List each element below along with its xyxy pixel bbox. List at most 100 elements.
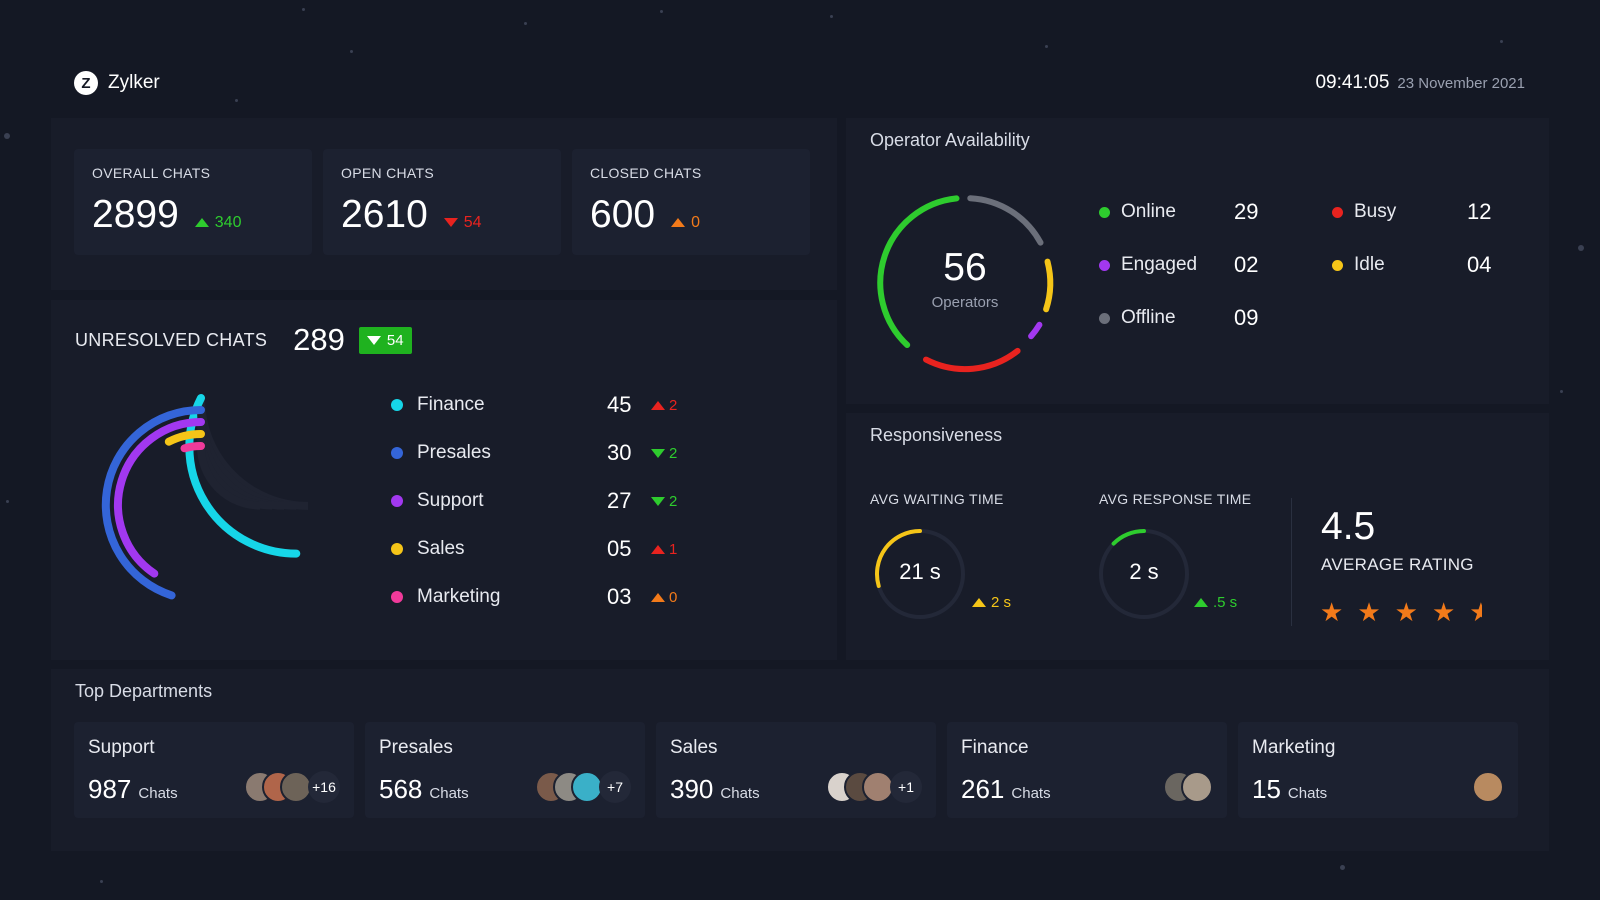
arrow-up-icon: [194, 218, 209, 227]
status-busy[interactable]: Busy 12: [1332, 199, 1491, 225]
dept-count: 15: [1252, 774, 1281, 804]
status-name: Online: [1121, 201, 1176, 222]
overall-chats-card[interactable]: OVERALL CHATS 2899 340: [74, 149, 312, 255]
online-dot-icon: [1099, 206, 1110, 218]
dept-count: 261: [961, 774, 1005, 804]
arrow-up-icon: [1194, 598, 1208, 607]
clock-date: 23 November 2021: [1397, 75, 1525, 92]
response-time-value: 2 s: [1129, 559, 1159, 584]
waiting-time-delta: 2 s: [972, 594, 1011, 611]
clock: 09:41:05 23 November 2021: [1315, 72, 1525, 94]
legend-item-marketing[interactable]: Marketing 03 0: [391, 583, 677, 611]
star-icon: ★: [1431, 597, 1456, 627]
legend-name: Support: [417, 490, 484, 511]
dept-card-finance[interactable]: Finance 261 Chats: [947, 722, 1227, 818]
finance-dot-icon: [391, 399, 403, 411]
responsiveness-title: Responsiveness: [870, 425, 1003, 445]
avatar[interactable]: [1181, 771, 1213, 803]
legend-name: Finance: [417, 394, 485, 415]
operator-availability-title: Operator Availability: [870, 130, 1030, 150]
legend-delta: 0: [651, 589, 677, 606]
dept-count: 987: [88, 774, 132, 804]
waiting-delta-value: 2 s: [991, 594, 1012, 611]
unresolved-title: UNRESOLVED CHATS: [75, 329, 268, 350]
avg-response-label: AVG RESPONSE TIME: [1099, 491, 1252, 507]
status-offline[interactable]: Offline 09: [1099, 305, 1258, 331]
status-idle[interactable]: Idle 04: [1332, 252, 1491, 278]
legend-delta: 2: [651, 493, 677, 510]
operator-availability-panel: Operator Availability 56 Operators Onlin…: [846, 118, 1549, 404]
status-online[interactable]: Online 29: [1099, 199, 1258, 225]
arrow-down-icon: [443, 218, 458, 227]
dept-card-sales[interactable]: Sales 390 Chats +1: [656, 722, 936, 818]
unresolved-delta-badge: 54: [358, 326, 412, 354]
status-engaged[interactable]: Engaged 02: [1099, 252, 1258, 278]
arrow-down-icon: [366, 335, 381, 345]
arrow-up-icon: [651, 400, 665, 410]
legend-value: 03: [607, 584, 632, 609]
arrow-down-icon: [651, 496, 665, 506]
arrow-up-icon: [651, 544, 665, 554]
unresolved-value: 289: [293, 322, 345, 357]
presales-dot-icon: [391, 447, 403, 459]
legend-delta: 2: [651, 445, 677, 462]
dept-card-presales[interactable]: Presales 568 Chats +7: [365, 722, 645, 818]
legend-value: 45: [607, 392, 632, 417]
badge-value: 54: [386, 331, 404, 349]
arrow-up-icon: [671, 218, 686, 227]
dept-card-support[interactable]: Support 987 Chats +16: [74, 722, 354, 818]
star-icon: ★: [1320, 597, 1344, 627]
legend-name: Presales: [417, 442, 491, 463]
stat-delta: 0: [671, 214, 700, 232]
half-star-icon: ★: [1469, 599, 1483, 625]
more-avatars-count[interactable]: +1: [890, 771, 922, 803]
top-departments-title: Top Departments: [75, 681, 213, 701]
more-avatars-count[interactable]: +7: [599, 771, 631, 803]
radial-bar-marketing: [180, 441, 205, 453]
stat-delta-value: 0: [691, 213, 700, 231]
closed-chats-card[interactable]: CLOSED CHATS 600 0: [572, 149, 810, 255]
dept-count: 568: [379, 774, 423, 804]
radial-track: [196, 409, 297, 510]
dept-unit: Chats: [429, 785, 469, 802]
stat-delta: 340: [194, 214, 241, 232]
legend-name: Sales: [417, 538, 465, 559]
star-icon: ★: [1394, 597, 1418, 627]
legend-item-support[interactable]: Support 27 2: [391, 487, 677, 515]
avg-waiting-label: AVG WAITING TIME: [870, 491, 1004, 507]
brand-name: Zylker: [108, 72, 160, 93]
dept-unit: Chats: [138, 785, 178, 802]
unresolved-radial-chart[interactable]: [81, 385, 321, 625]
divider: [1291, 498, 1292, 626]
arrow-up-icon: [651, 592, 665, 602]
response-delta-value: .5 s: [1213, 594, 1238, 611]
dept-name: Support: [88, 737, 155, 758]
waiting-time-value: 21 s: [899, 559, 941, 584]
legend-item-presales[interactable]: Presales 30 2: [391, 439, 677, 467]
dept-card-marketing[interactable]: Marketing 15 Chats: [1238, 722, 1518, 818]
legend-delta-value: 0: [669, 588, 678, 606]
dept-unit: Chats: [1011, 785, 1051, 802]
brand[interactable]: Z Zylker: [74, 71, 160, 95]
legend-value: 30: [607, 440, 632, 465]
more-avatars-count[interactable]: +16: [308, 771, 340, 803]
status-value: 12: [1467, 199, 1492, 224]
status-name: Engaged: [1121, 254, 1198, 275]
donut-segment-busy: [923, 347, 1021, 373]
radial-bar-sales: [164, 429, 205, 446]
legend-item-sales[interactable]: Sales 05 1: [391, 535, 677, 563]
stat-delta: 54: [443, 214, 482, 232]
responsiveness-panel: Responsiveness AVG WAITING TIME 21 s 2 s…: [846, 413, 1549, 660]
stat-label: OPEN CHATS: [341, 165, 434, 181]
avatar[interactable]: [1472, 771, 1504, 803]
average-rating-value: 4.5: [1321, 505, 1376, 548]
legend-item-finance[interactable]: Finance 45 2: [391, 391, 677, 419]
idle-dot-icon: [1332, 259, 1343, 271]
status-value: 04: [1467, 252, 1492, 277]
clock-time: 09:41:05: [1315, 72, 1390, 93]
dept-unit: Chats: [720, 785, 760, 802]
dept-count: 390: [670, 774, 714, 804]
sales-dot-icon: [391, 543, 403, 555]
top-departments-panel: Top Departments Support 987 Chats +16 Pre…: [51, 669, 1549, 851]
open-chats-card[interactable]: OPEN CHATS 2610 54: [323, 149, 561, 255]
